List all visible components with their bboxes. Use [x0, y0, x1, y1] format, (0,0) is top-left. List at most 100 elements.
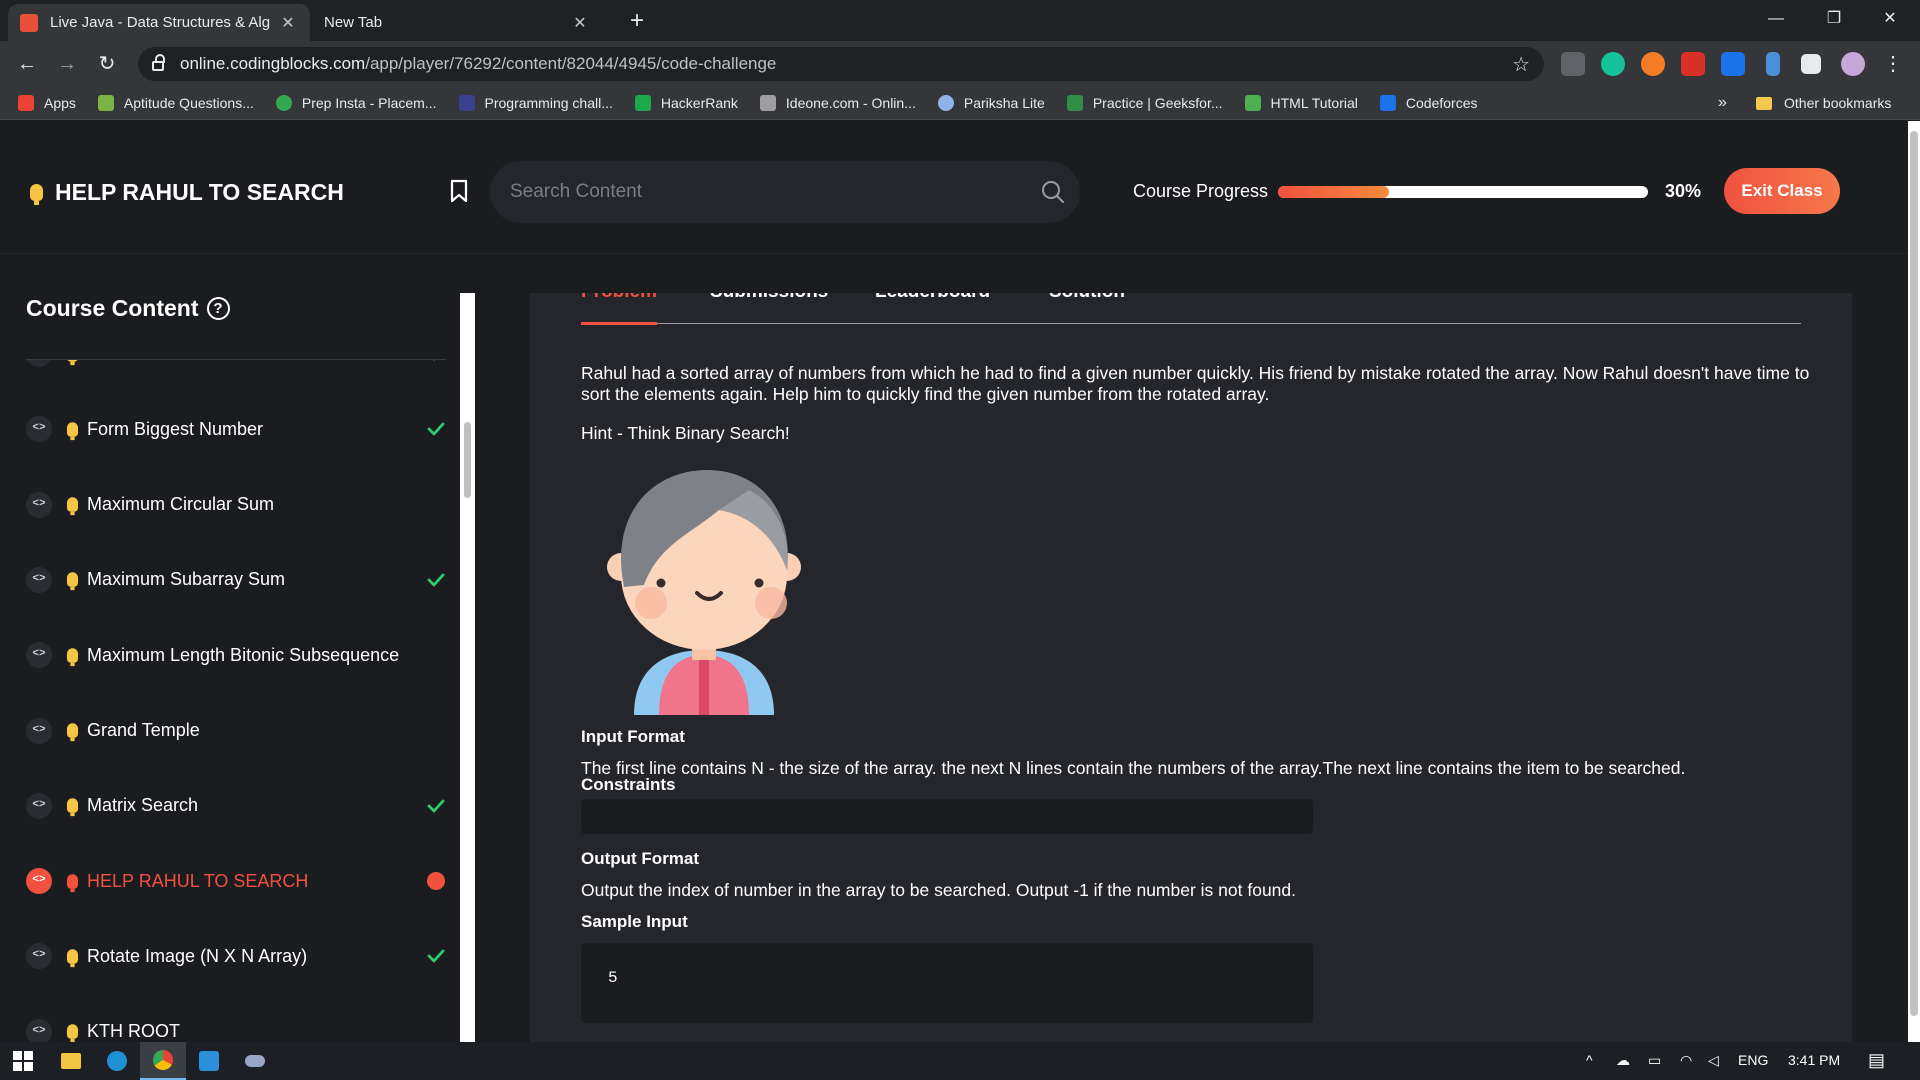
- bookmark-html-tutorial[interactable]: HTML Tutorial: [1244, 95, 1358, 111]
- close-window-icon[interactable]: ✕: [1862, 0, 1918, 38]
- lesson-item[interactable]: <> Form Biggest Number: [26, 409, 446, 449]
- lesson-item[interactable]: <> Rotate Image (N X N Array): [26, 936, 446, 976]
- sidebar-scrollbar-thumb[interactable]: [464, 422, 471, 498]
- tab-problem[interactable]: Problem: [581, 293, 657, 303]
- help-icon[interactable]: ?: [206, 297, 230, 320]
- wifi-icon[interactable]: ◠: [1680, 1052, 1692, 1069]
- file-explorer-icon[interactable]: [48, 1042, 94, 1080]
- browser-tab-new-tab[interactable]: New Tab ✕: [312, 4, 602, 41]
- bookmark-favicon-icon: [1244, 95, 1261, 111]
- extension-iq-icon[interactable]: [1721, 52, 1745, 76]
- extension-red-icon[interactable]: [1681, 52, 1705, 76]
- bulb-icon: [66, 798, 79, 817]
- clock[interactable]: 3:41 PM: [1788, 1052, 1840, 1068]
- volume-icon[interactable]: ◁: [1708, 1052, 1719, 1069]
- extensions-puzzle-icon[interactable]: [1801, 54, 1821, 74]
- search-icon[interactable]: [1040, 179, 1066, 205]
- extension-glasses-icon[interactable]: [1561, 52, 1585, 76]
- code-icon: <>: [26, 642, 52, 669]
- bookmark-geeksforgeeks[interactable]: Practice | Geeksfor...: [1066, 95, 1223, 111]
- bookmark-favicon-icon: [1379, 95, 1396, 111]
- bookmark-prepinsta[interactable]: Prep Insta - Placem...: [275, 95, 437, 111]
- bookmark-ideone[interactable]: Ideone.com - Onlin...: [759, 95, 916, 111]
- bookmark-pariksha[interactable]: Pariksha Lite: [937, 95, 1045, 111]
- search-bar[interactable]: [490, 161, 1080, 223]
- bookmark-apps[interactable]: Apps: [18, 95, 76, 111]
- lesson-label: Rotate Image (N X N Array): [87, 945, 308, 966]
- windows-start-icon[interactable]: [0, 1042, 46, 1080]
- app-header: HELP RAHUL TO SEARCH Course Progress 30%…: [0, 121, 1908, 254]
- minimize-icon[interactable]: —: [1748, 0, 1804, 38]
- browser-tab-active[interactable]: Live Java - Data Structures & Alg ✕: [8, 4, 310, 41]
- course-progress-fill: [1278, 186, 1389, 198]
- chrome-icon[interactable]: [140, 1042, 186, 1080]
- check-icon: [427, 573, 445, 587]
- code-icon: <>: [26, 1018, 52, 1042]
- show-hidden-icons-icon[interactable]: ^: [1586, 1052, 1593, 1068]
- tab-title: New Tab: [324, 14, 383, 31]
- tab-close-icon[interactable]: ✕: [570, 13, 590, 33]
- tab-leaderboard[interactable]: Leaderboard: [875, 293, 990, 303]
- apps-grid-icon: [18, 95, 34, 111]
- exit-class-button[interactable]: Exit Class: [1724, 168, 1840, 214]
- output-format-heading: Output Format: [581, 849, 700, 868]
- bookmark-favicon-icon: [97, 95, 114, 111]
- lesson-list-divider: [26, 359, 446, 360]
- bookmark-icon[interactable]: [449, 179, 469, 203]
- page-scrollbar[interactable]: [1908, 121, 1920, 1042]
- address-bar[interactable]: online.codingblocks.com/app/player/76292…: [138, 47, 1544, 81]
- lesson-item[interactable]: <> KTH ROOT: [26, 1012, 446, 1042]
- lock-icon: [152, 54, 165, 71]
- course-progress-percent: 30%: [1665, 181, 1702, 201]
- onedrive-icon[interactable]: ☁: [1616, 1052, 1630, 1069]
- page-scrollbar-thumb[interactable]: [1910, 131, 1918, 1016]
- sidebar-scrollbar[interactable]: [460, 293, 475, 1042]
- code-icon: <>: [26, 943, 52, 970]
- bookmark-star-icon[interactable]: ☆: [1512, 52, 1530, 77]
- tab-close-icon[interactable]: ✕: [278, 13, 298, 33]
- bookmarks-overflow-icon[interactable]: »: [1718, 94, 1727, 112]
- active-tab-underline: [581, 322, 657, 325]
- tab-solution[interactable]: Solution: [1049, 293, 1125, 303]
- bookmark-aptitude[interactable]: Aptitude Questions...: [97, 95, 254, 111]
- other-bookmarks[interactable]: Other bookmarks: [1756, 87, 1891, 119]
- main-content: Problem Submissions Leaderboard Solution…: [476, 255, 1908, 1042]
- bulb-icon: [66, 873, 79, 892]
- bookmark-favicon-icon: [1066, 95, 1083, 111]
- battery-icon[interactable]: ▭: [1648, 1052, 1661, 1069]
- grammarly-icon[interactable]: [1601, 52, 1625, 76]
- lesson-item[interactable]: <> Maximum Circular Sum: [26, 485, 446, 525]
- codingblocks-favicon-icon: [20, 13, 38, 32]
- lesson-item[interactable]: <> Maximum Subarray Sum: [26, 560, 446, 600]
- lesson-item[interactable]: <>SORTING IN LINEAR TIME: [26, 359, 446, 374]
- profile-avatar-icon[interactable]: [1841, 52, 1865, 76]
- bookmark-hackerrank[interactable]: HackerRank: [634, 95, 738, 111]
- lesson-item[interactable]: <> Maximum Length Bitonic Subsequence: [26, 635, 446, 675]
- bookmark-programming[interactable]: Programming chall...: [458, 95, 613, 111]
- reload-icon[interactable]: ↻: [92, 49, 122, 79]
- edge-icon[interactable]: [94, 1042, 140, 1080]
- lesson-item[interactable]: <> Grand Temple: [26, 711, 446, 751]
- bookmark-favicon-icon: [937, 95, 954, 111]
- back-icon[interactable]: ←: [12, 49, 42, 79]
- new-tab-button[interactable]: +: [620, 6, 654, 36]
- problem-description: Rahul had a sorted array of numbers from…: [581, 363, 1810, 404]
- extension-orange-icon[interactable]: [1641, 52, 1665, 76]
- app-icon[interactable]: [232, 1042, 278, 1080]
- tab-submissions[interactable]: Submissions: [710, 293, 828, 303]
- language-indicator[interactable]: ENG: [1738, 1052, 1768, 1068]
- lesson-item[interactable]: <> HELP RAHUL TO SEARCH: [26, 861, 446, 901]
- bookmark-codeforces[interactable]: Codeforces: [1379, 95, 1477, 111]
- search-input[interactable]: [510, 181, 1010, 203]
- vscode-icon[interactable]: [186, 1042, 232, 1080]
- course-sidebar: Course Content ? <>SORTING IN LINEAR TIM…: [0, 255, 475, 1042]
- input-format-text: The first line contains N - the size of …: [581, 758, 1686, 778]
- notifications-icon[interactable]: ▤: [1868, 1050, 1885, 1071]
- restore-icon[interactable]: ❐: [1806, 0, 1862, 38]
- lesson-label: Grand Temple: [87, 720, 200, 740]
- bulb-icon: [30, 184, 43, 205]
- browser-menu-icon[interactable]: ⋮: [1878, 49, 1908, 79]
- lesson-item[interactable]: <> Matrix Search: [26, 786, 446, 826]
- extension-blue-icon[interactable]: [1766, 52, 1780, 76]
- forward-icon[interactable]: →: [52, 49, 82, 79]
